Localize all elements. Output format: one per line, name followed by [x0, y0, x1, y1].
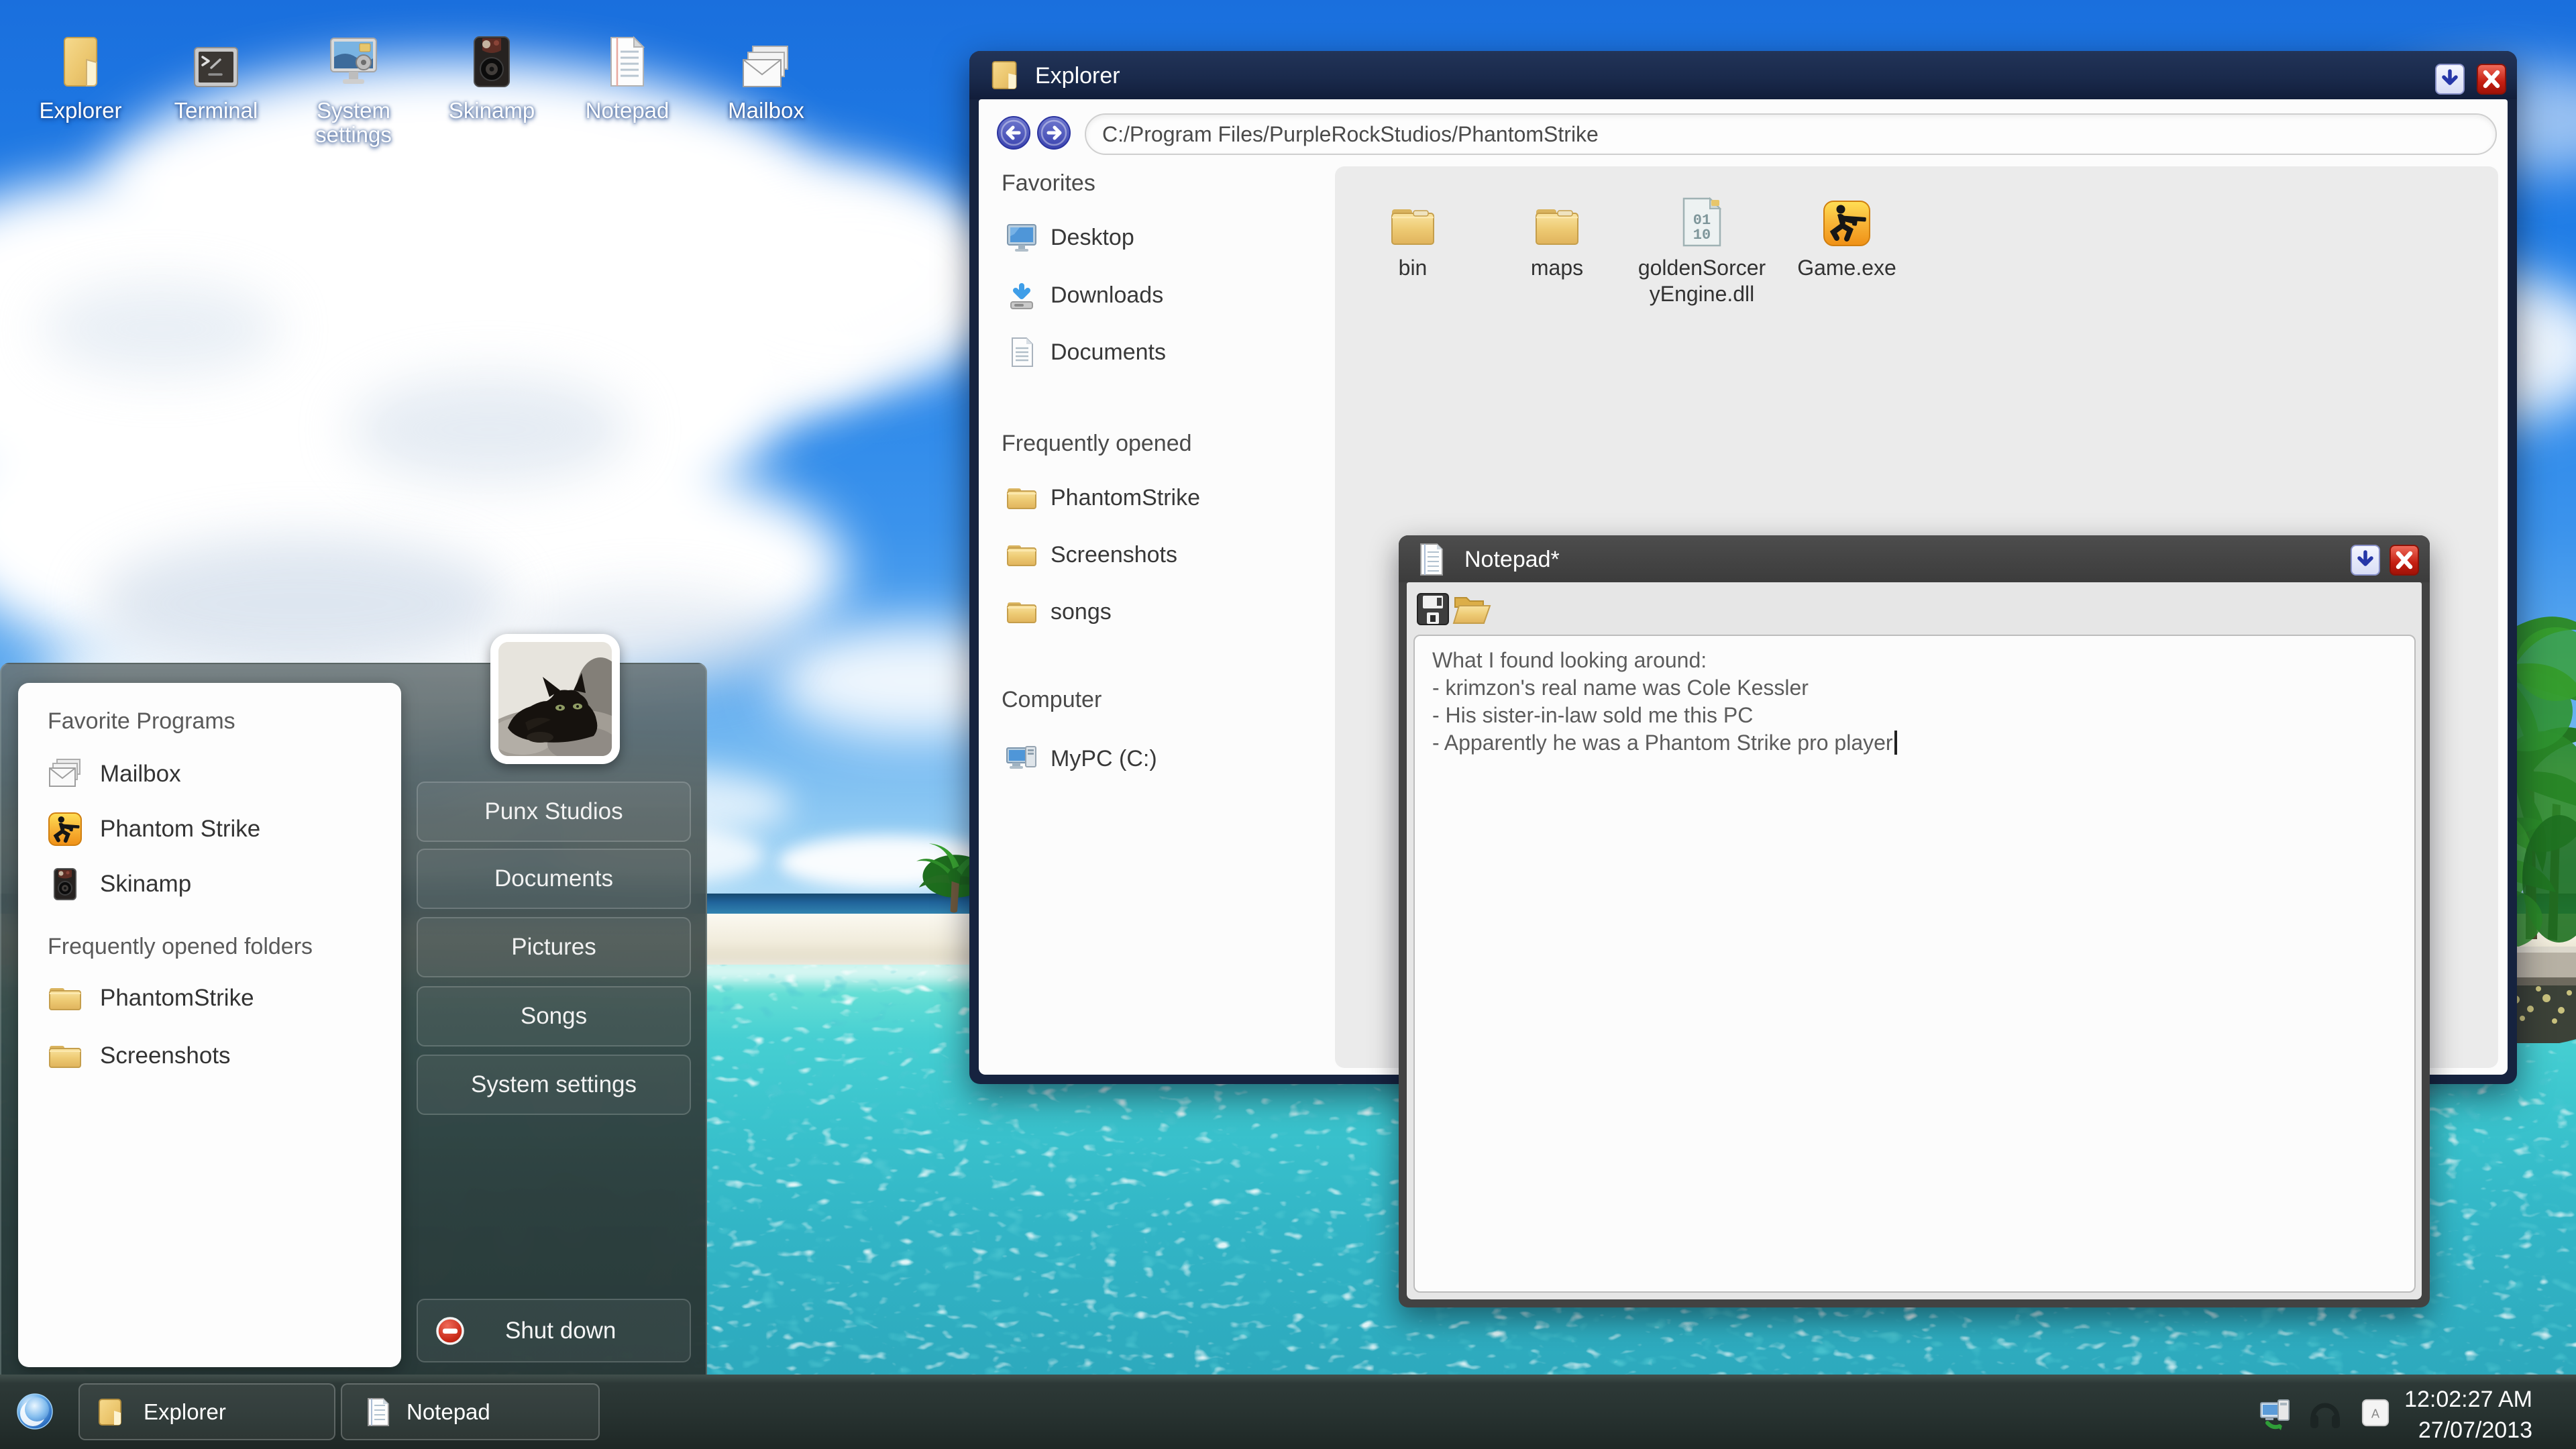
- svg-text:10: 10: [1693, 227, 1711, 244]
- svg-text:A: A: [2371, 1406, 2380, 1420]
